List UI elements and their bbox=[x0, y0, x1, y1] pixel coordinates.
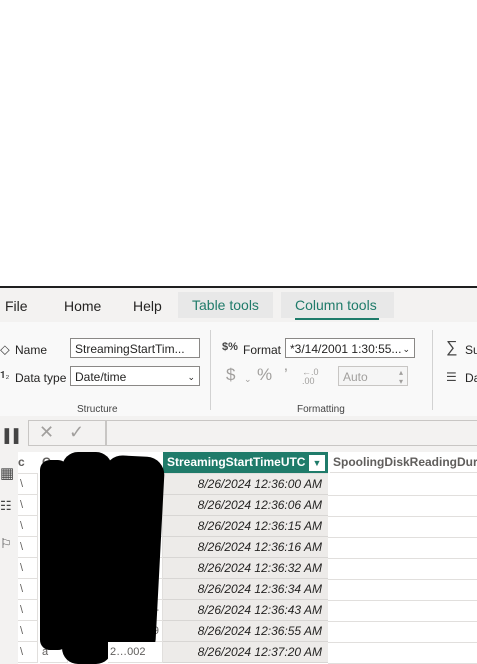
grid-cell: \ bbox=[18, 579, 38, 600]
grid-cell: 2…002 bbox=[108, 642, 163, 663]
formula-bar-row: ✕ ✓ bbox=[0, 416, 477, 450]
dax-query-icon[interactable]: ⚐ bbox=[0, 536, 12, 552]
tag-icon: ⬦ bbox=[0, 341, 10, 357]
decimal-places-input[interactable]: Auto ▴ ▾ bbox=[338, 366, 408, 386]
grid-cell: \ bbox=[18, 537, 38, 558]
grid-cell-timestamp: 8/26/2024 12:37:20 AM bbox=[163, 642, 328, 663]
close-icon[interactable]: ✕ bbox=[39, 422, 54, 443]
grid-cell: \ bbox=[18, 474, 38, 495]
structure-group-label: Structure bbox=[77, 404, 118, 415]
grid-cell-empty bbox=[328, 474, 477, 496]
grid-cell-empty bbox=[328, 642, 477, 664]
format-select[interactable]: *3/14/2001 1:30:55... ⌄ bbox=[285, 338, 415, 358]
grid-cell-timestamp: 8/26/2024 12:36:06 AM bbox=[163, 495, 328, 516]
data-type-select[interactable]: Date/time ⌄ bbox=[70, 366, 200, 386]
tab-table-tools[interactable]: Table tools bbox=[178, 292, 273, 318]
filter-dropdown-icon[interactable]: ▼ bbox=[309, 455, 325, 471]
tab-help[interactable]: Help bbox=[133, 298, 162, 314]
column-header[interactable]: SpoolingDiskReadingDura bbox=[330, 452, 477, 473]
formula-actions: ✕ ✓ bbox=[28, 420, 106, 446]
grid-cell: \ bbox=[18, 495, 38, 516]
grid-cell-timestamp: 8/26/2024 12:36:15 AM bbox=[163, 516, 328, 537]
format-icon: $% bbox=[222, 341, 238, 353]
grid-cell-timestamp: 8/26/2024 12:36:16 AM bbox=[163, 537, 328, 558]
report-view-icon[interactable]: ▐▐ bbox=[0, 428, 18, 443]
grid-cell-empty bbox=[328, 621, 477, 643]
ribbon-tab-bar: File Home Help Table tools Column tools bbox=[0, 288, 477, 322]
formula-input[interactable] bbox=[106, 420, 477, 446]
view-rail: ▐▐ ▦ ☷ ⚐ bbox=[0, 418, 18, 664]
grid-cell-empty bbox=[328, 495, 477, 517]
data-type-value: Date/time bbox=[75, 370, 127, 384]
grid-cell: \ bbox=[18, 621, 38, 642]
format-value: *3/14/2001 1:30:55... bbox=[290, 342, 402, 356]
summarization-label[interactable]: Su bbox=[465, 343, 477, 357]
tab-home[interactable]: Home bbox=[64, 298, 101, 314]
powerbi-window: File Home Help Table tools Column tools … bbox=[0, 286, 477, 664]
grid-cell-timestamp: 8/26/2024 12:36:34 AM bbox=[163, 579, 328, 600]
column-header[interactable]: c bbox=[18, 452, 38, 474]
formatting-group-label: Formatting bbox=[297, 404, 345, 415]
grid-cell: \ bbox=[18, 516, 38, 537]
comma-button[interactable]: ’ bbox=[284, 366, 288, 383]
grid-cell-empty bbox=[328, 516, 477, 538]
data-type-label: Data type bbox=[15, 371, 67, 385]
check-icon[interactable]: ✓ bbox=[69, 422, 84, 443]
grid-cell-empty bbox=[328, 537, 477, 559]
grid-cell-empty bbox=[328, 579, 477, 601]
chevron-down-icon: ⌄ bbox=[402, 344, 410, 354]
data-grid: c C StreamingStartTimeUTC ▼ SpoolingDisk… bbox=[18, 452, 477, 664]
grid-cell-timestamp: 8/26/2024 12:36:32 AM bbox=[163, 558, 328, 579]
name-input[interactable]: StreamingStartTim... bbox=[70, 338, 200, 358]
data-type-icon: 𝟏₂ bbox=[0, 370, 10, 381]
category-icon: ☰ bbox=[446, 370, 457, 384]
model-view-icon[interactable]: ☷ bbox=[0, 498, 12, 514]
active-tab-indicator bbox=[295, 318, 379, 320]
redaction-mark bbox=[94, 454, 166, 658]
grid-cell-timestamp: 8/26/2024 12:36:00 AM bbox=[163, 474, 328, 495]
grid-cell: \ bbox=[18, 600, 38, 621]
table-view-icon[interactable]: ▦ bbox=[0, 464, 14, 482]
name-label: Name bbox=[15, 343, 48, 357]
sigma-icon: ∑ bbox=[446, 339, 458, 356]
ribbon: ⬦ Name StreamingStartTim... 𝟏₂ Data type… bbox=[0, 322, 477, 417]
tab-column-tools[interactable]: Column tools bbox=[281, 292, 394, 318]
decimal-icon[interactable]: ←.0.00 bbox=[302, 368, 319, 386]
column-header-selected[interactable]: StreamingStartTimeUTC ▼ bbox=[163, 452, 328, 474]
percent-button[interactable]: % bbox=[257, 366, 272, 383]
currency-button[interactable]: $ bbox=[226, 366, 235, 383]
data-category-label[interactable]: Da bbox=[465, 371, 477, 385]
grid-cell: \ bbox=[18, 558, 38, 579]
grid-cell-timestamp: 8/26/2024 12:36:43 AM bbox=[163, 600, 328, 621]
group-divider bbox=[432, 330, 433, 410]
grid-cell-empty bbox=[328, 600, 477, 622]
spinner-icon[interactable]: ▴ ▾ bbox=[399, 368, 403, 385]
decimal-places-value: Auto bbox=[343, 370, 368, 384]
group-divider bbox=[210, 330, 211, 410]
grid-cell: \ bbox=[18, 642, 38, 663]
selected-column-label: StreamingStartTimeUTC bbox=[167, 455, 306, 469]
grid-cell-timestamp: 8/26/2024 12:36:55 AM bbox=[163, 621, 328, 642]
tab-file[interactable]: File bbox=[5, 298, 28, 314]
format-label: Format bbox=[243, 343, 282, 357]
chevron-down-icon: ⌄ bbox=[244, 374, 252, 384]
grid-cell-empty bbox=[328, 558, 477, 580]
chevron-down-icon: ⌄ bbox=[187, 372, 195, 382]
